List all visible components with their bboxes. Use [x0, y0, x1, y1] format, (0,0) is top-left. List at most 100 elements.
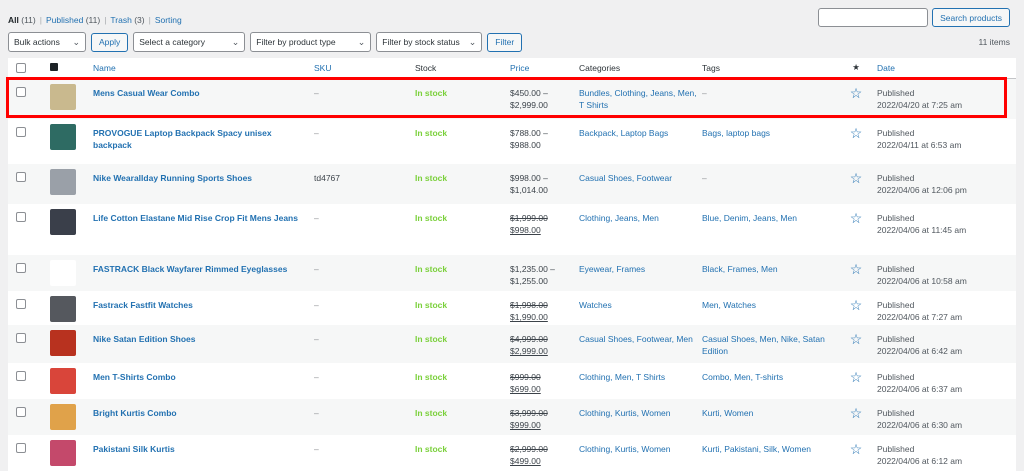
- view-all[interactable]: All (11): [8, 15, 36, 25]
- product-name-link[interactable]: Pakistani Silk Kurtis: [93, 444, 175, 454]
- stock-status: In stock: [415, 173, 448, 183]
- date-column-header[interactable]: Date: [875, 58, 1016, 79]
- category-links[interactable]: Eyewear, Frames: [579, 264, 645, 274]
- thumbnail-cell: [42, 435, 91, 471]
- bulk-actions-select[interactable]: Bulk actions ⌄: [8, 32, 86, 52]
- row-checkbox[interactable]: [16, 407, 26, 417]
- view-published[interactable]: Published (11): [46, 15, 100, 25]
- category-links[interactable]: Watches: [579, 300, 612, 310]
- post-date: 2022/04/06 at 6:37 am: [877, 384, 963, 394]
- price-column-header[interactable]: Price: [508, 58, 577, 79]
- apply-button[interactable]: Apply: [91, 32, 129, 52]
- row-checkbox[interactable]: [16, 263, 26, 273]
- product-thumbnail[interactable]: [50, 440, 76, 466]
- sku-column-header[interactable]: SKU: [312, 58, 413, 79]
- price-cell: $450.00 – $2,999.00: [508, 78, 577, 119]
- product-name-link[interactable]: Nike Wearallday Running Sports Shoes: [93, 173, 252, 183]
- category-links[interactable]: Clothing, Jeans, Men: [579, 213, 659, 223]
- tag-links[interactable]: Blue, Denim, Jeans, Men: [702, 213, 797, 223]
- star-outline-icon[interactable]: ☆: [850, 297, 863, 313]
- tag-links[interactable]: Black, Frames, Men: [702, 264, 778, 274]
- product-type-select[interactable]: Filter by product type ⌄: [250, 32, 372, 52]
- product-thumbnail[interactable]: [50, 296, 76, 322]
- product-name-link[interactable]: Men T-Shirts Combo: [93, 372, 176, 382]
- product-name-link[interactable]: Bright Kurtis Combo: [93, 408, 177, 418]
- row-checkbox[interactable]: [16, 127, 26, 137]
- star-outline-icon[interactable]: ☆: [850, 170, 863, 186]
- product-thumbnail[interactable]: [50, 404, 76, 430]
- category-links[interactable]: Backpack, Laptop Bags: [579, 128, 668, 138]
- tag-links[interactable]: Combo, Men, T-shirts: [702, 372, 783, 382]
- row-checkbox-cell: [8, 363, 42, 399]
- name-column-header[interactable]: Name: [91, 58, 312, 79]
- category-links[interactable]: Bundles, Clothing, Jeans, Men, T Shirts: [579, 88, 697, 110]
- row-checkbox[interactable]: [16, 212, 26, 222]
- stock-status: In stock: [415, 408, 448, 418]
- star-outline-icon[interactable]: ☆: [850, 369, 863, 385]
- featured-cell: ☆: [837, 78, 875, 119]
- product-thumbnail[interactable]: [50, 124, 76, 150]
- star-outline-icon[interactable]: ☆: [850, 85, 863, 101]
- product-thumbnail[interactable]: [50, 368, 76, 394]
- regular-price: $2,999.00: [510, 444, 548, 454]
- category-select[interactable]: Select a category ⌄: [133, 32, 246, 52]
- star-outline-icon[interactable]: ☆: [850, 405, 863, 421]
- chevron-down-icon: ⌄: [468, 36, 477, 47]
- sku-cell: –: [312, 119, 413, 164]
- star-outline-icon[interactable]: ☆: [850, 261, 863, 277]
- row-checkbox[interactable]: [16, 172, 26, 182]
- tag-links[interactable]: Bags, laptop bags: [702, 128, 770, 138]
- search-products-button[interactable]: Search products: [932, 8, 1010, 27]
- name-cell: Fastrack Fastfit Watches: [91, 291, 312, 325]
- view-trash[interactable]: Trash (3): [110, 15, 144, 25]
- price-cell: $1,235.00 – $1,255.00: [508, 255, 577, 291]
- row-checkbox[interactable]: [16, 299, 26, 309]
- sku-value: –: [314, 372, 319, 382]
- product-name-link[interactable]: Nike Satan Edition Shoes: [93, 334, 196, 344]
- row-checkbox-cell: [8, 291, 42, 325]
- category-links[interactable]: Clothing, Kurtis, Women: [579, 408, 671, 418]
- stock-status: In stock: [415, 372, 448, 382]
- star-outline-icon[interactable]: ☆: [850, 125, 863, 141]
- table-row: Fastrack Fastfit Watches – In stock $1,998.…: [8, 291, 1016, 325]
- star-outline-icon[interactable]: ☆: [850, 210, 863, 226]
- price-cell: $998.00 – $1,014.00: [508, 164, 577, 204]
- product-name-link[interactable]: Mens Casual Wear Combo: [93, 88, 200, 98]
- filter-button[interactable]: Filter: [487, 32, 523, 52]
- tag-links[interactable]: Kurti, Pakistani, Silk, Women: [702, 444, 811, 454]
- post-status: Published: [877, 408, 915, 418]
- tag-links[interactable]: Men, Watches: [702, 300, 756, 310]
- product-thumbnail[interactable]: [50, 83, 76, 110]
- post-date: 2022/04/06 at 12:06 pm: [877, 185, 967, 195]
- featured-column-header[interactable]: ★: [837, 58, 875, 79]
- product-name-link[interactable]: PROVOGUE Laptop Backpack Spacy unisex ba…: [93, 128, 272, 150]
- star-outline-icon[interactable]: ☆: [850, 441, 863, 457]
- category-links[interactable]: Clothing, Men, T Shirts: [579, 372, 665, 382]
- tag-links[interactable]: Casual Shoes, Men, Nike, Satan Edition: [702, 334, 825, 356]
- star-outline-icon[interactable]: ☆: [850, 331, 863, 347]
- search-input[interactable]: [818, 8, 929, 27]
- row-checkbox[interactable]: [16, 443, 26, 453]
- product-name-link[interactable]: Life Cotton Elastane Mid Rise Crop Fit M…: [93, 213, 298, 223]
- category-links[interactable]: Clothing, Kurtis, Women: [579, 444, 671, 454]
- chevron-down-icon: ⌄: [231, 36, 240, 47]
- product-thumbnail[interactable]: [50, 169, 76, 195]
- tag-links[interactable]: Kurti, Women: [702, 408, 753, 418]
- product-name-link[interactable]: FASTRACK Black Wayfarer Rimmed Eyeglasse…: [93, 264, 287, 274]
- post-status: Published: [877, 334, 915, 344]
- row-checkbox[interactable]: [16, 333, 26, 343]
- row-checkbox[interactable]: [16, 371, 26, 381]
- category-links[interactable]: Casual Shoes, Footwear: [579, 173, 672, 183]
- sku-cell: –: [312, 78, 413, 119]
- product-thumbnail[interactable]: [50, 330, 76, 356]
- select-all-checkbox[interactable]: [16, 63, 26, 74]
- product-thumbnail[interactable]: [50, 260, 76, 286]
- category-links[interactable]: Casual Shoes, Footwear, Men: [579, 334, 693, 344]
- stock-status-select[interactable]: Filter by stock status ⌄: [376, 32, 483, 52]
- row-checkbox[interactable]: [16, 86, 26, 97]
- image-column-header: [42, 58, 91, 79]
- stock-cell: In stock: [413, 78, 508, 119]
- product-thumbnail[interactable]: [50, 209, 76, 235]
- product-name-link[interactable]: Fastrack Fastfit Watches: [93, 300, 193, 310]
- view-sorting[interactable]: Sorting: [155, 15, 182, 25]
